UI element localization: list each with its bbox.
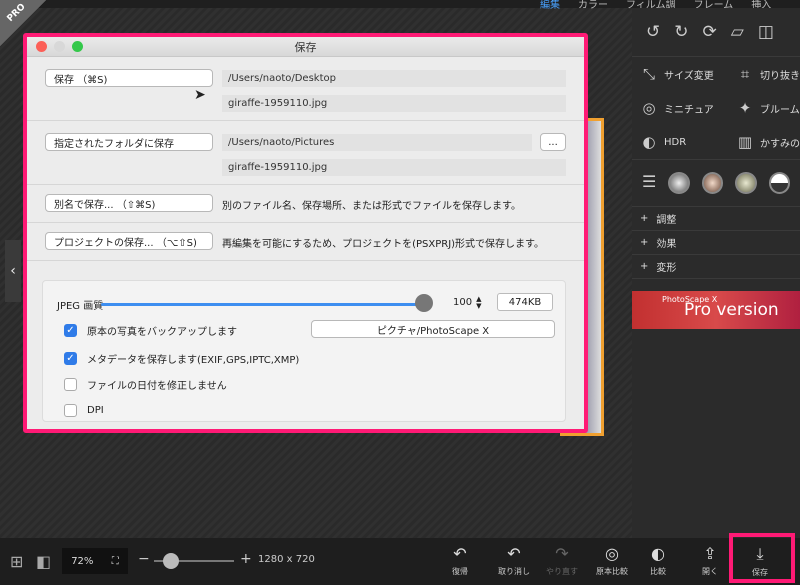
fit-screen-icon[interactable]: ⛶ xyxy=(112,556,119,567)
resize-icon: ⤡ xyxy=(642,65,655,83)
tool-crop[interactable]: ⌗ 切り抜き xyxy=(728,57,800,91)
backup-checkbox[interactable]: ✓ xyxy=(64,324,77,337)
metadata-checkbox[interactable]: ✓ xyxy=(64,352,77,365)
tool-hdr[interactable]: ◐ HDR xyxy=(632,125,728,159)
zoom-slider-knob[interactable] xyxy=(163,553,179,569)
share-icon: ⇪ xyxy=(703,544,717,563)
save-dialog: 保存 保存 （⌘S) /Users/naoto/Desktop giraffe-… xyxy=(23,33,588,433)
image-dimensions: 1280 x 720 xyxy=(258,554,315,565)
project-description: 再編集を可能にするため、プロジェクトを(PSXPRJ)形式で保存します。 xyxy=(222,239,545,250)
save-button[interactable]: 保存 （⌘S) xyxy=(45,69,213,87)
browse-folder-button[interactable]: ... xyxy=(540,133,566,151)
dpi-option[interactable]: DPI xyxy=(64,404,104,417)
save-path-field: /Users/naoto/Desktop xyxy=(222,70,566,87)
flip-icon[interactable]: ◫ xyxy=(758,22,774,42)
right-panel: ↺ ↻ ⟳ ▱ ◫ ⤡ サイズ変更 ⌗ 切り抜き ◎ ミニチュア ✦ ブルーム ◐ HDR… xyxy=(632,8,800,538)
jpeg-quality-label: JPEG 画質 xyxy=(57,301,104,312)
keep-date-checkbox[interactable] xyxy=(64,378,77,391)
tool-resize[interactable]: ⤡ サイズ変更 xyxy=(632,57,728,91)
save-button-highlight xyxy=(729,533,795,583)
preset-swatch[interactable] xyxy=(701,172,724,194)
save-row: 保存 （⌘S) /Users/naoto/Desktop giraffe-195… xyxy=(27,57,584,121)
redo-button[interactable]: ↷ やり直す xyxy=(546,544,578,577)
save-as-row: 別名で保存... （⇧⌘S) 別のファイル名、保存場所、または形式でファイルを保… xyxy=(27,185,584,223)
jpeg-quality-stepper[interactable]: 100 ▲ ▼ xyxy=(453,294,491,311)
menu-edit[interactable]: 編集 xyxy=(540,0,560,11)
jpeg-quality-slider[interactable] xyxy=(101,303,421,306)
section-effects[interactable]: + 効果 xyxy=(632,231,800,255)
crop-icon: ⌗ xyxy=(740,65,750,83)
split-view-icon[interactable]: ◧ xyxy=(36,552,51,571)
zoom-level: 72% xyxy=(71,555,94,567)
preset-swatch[interactable] xyxy=(668,172,690,194)
redo-icon: ↷ xyxy=(555,544,569,563)
open-button[interactable]: ⇪ 開く xyxy=(702,544,718,577)
collapse-left-button[interactable]: ‹ xyxy=(5,240,21,302)
rotate-free-icon[interactable]: ⟳ xyxy=(703,22,717,42)
folder-path-field: /Users/naoto/Pictures xyxy=(222,134,532,151)
preset-swatch[interactable] xyxy=(768,172,790,194)
haze-icon: ▥ xyxy=(737,133,753,151)
undo-button[interactable]: ↶ 取り消し xyxy=(498,544,530,577)
tool-miniature[interactable]: ◎ ミニチュア xyxy=(632,91,728,125)
top-menu-bar: 編集 カラー フィルム調 フレーム 挿入 xyxy=(0,0,800,11)
folder-row: 指定されたフォルダに保存 /Users/naoto/Pictures ... g… xyxy=(27,121,584,185)
tool-haze[interactable]: ▥ かすみの xyxy=(728,125,800,159)
dialog-title: 保存 xyxy=(294,40,317,54)
undo-icon: ↶ xyxy=(507,544,521,563)
tool-bloom[interactable]: ✦ ブルーム xyxy=(728,91,800,125)
menu-color[interactable]: カラー xyxy=(578,0,608,11)
bloom-icon: ✦ xyxy=(738,99,752,117)
chevron-left-icon: ‹ xyxy=(10,263,16,279)
revert-icon: ↶ xyxy=(453,544,467,563)
save-as-description: 別のファイル名、保存場所、または形式でファイルを保存します。 xyxy=(222,201,521,212)
save-as-button[interactable]: 別名で保存... （⇧⌘S) xyxy=(45,194,213,212)
miniature-icon: ◎ xyxy=(642,99,656,117)
straighten-icon[interactable]: ▱ xyxy=(731,22,744,42)
backup-folder-button[interactable]: ピクチャ/PhotoScape X xyxy=(311,320,555,338)
jpeg-quality-value: 100 xyxy=(453,297,473,308)
plus-icon: + xyxy=(640,261,649,272)
stepper-arrows-icon[interactable]: ▲ ▼ xyxy=(476,295,481,310)
save-filename-field: giraffe-1959110.jpg xyxy=(222,95,566,112)
zoom-box[interactable]: 72% ⛶ xyxy=(62,548,128,574)
list-icon[interactable]: ☰ xyxy=(642,172,656,194)
pro-version-banner[interactable]: PhotoScape X Pro version xyxy=(632,291,800,329)
revert-button[interactable]: ↶ 復帰 xyxy=(452,544,468,577)
file-size-display: 474KB xyxy=(497,293,553,311)
rotate-left-icon[interactable]: ↺ xyxy=(646,22,660,42)
compare-button[interactable]: ◐ 比較 xyxy=(650,544,666,577)
compare-original-button[interactable]: ◎ 原本比較 xyxy=(596,544,628,577)
mouse-cursor-icon: ➤ xyxy=(194,87,206,103)
jpeg-quality-slider-knob[interactable] xyxy=(415,294,433,312)
compare-original-icon: ◎ xyxy=(605,544,619,563)
plus-icon: + xyxy=(640,237,649,248)
save-options-panel: JPEG 画質 100 ▲ ▼ 474KB ✓ 原本の写真をバックアップします ピ… xyxy=(42,280,566,422)
zoom-out-icon[interactable]: − xyxy=(138,551,150,567)
backup-option[interactable]: ✓ 原本の写真をバックアップします xyxy=(64,323,237,338)
zoom-in-icon[interactable]: + xyxy=(240,551,252,567)
compare-icon: ◐ xyxy=(651,544,665,563)
hdr-icon: ◐ xyxy=(642,133,656,151)
plus-icon: + xyxy=(640,213,649,224)
section-transform[interactable]: + 変形 xyxy=(632,255,800,279)
grid-icon[interactable]: ⊞ xyxy=(10,552,23,571)
preset-swatches: ☰ xyxy=(632,159,800,207)
bottom-toolbar: ⊞ ◧ 72% ⛶ − + 1280 x 720 ↶ 復帰 ↶ 取り消し ↷ やり直す… xyxy=(0,538,800,585)
keep-date-option[interactable]: ファイルの日付を修正しません xyxy=(64,377,227,392)
folder-filename-field: giraffe-1959110.jpg xyxy=(222,159,566,176)
project-row: プロジェクトの保存... （⌥⇧S) 再編集を可能にするため、プロジェクトを(P… xyxy=(27,223,584,261)
rotate-right-icon[interactable]: ↻ xyxy=(674,22,688,42)
save-to-folder-button[interactable]: 指定されたフォルダに保存 xyxy=(45,133,213,151)
dialog-titlebar: 保存 xyxy=(27,37,584,57)
save-project-button[interactable]: プロジェクトの保存... （⌥⇧S) xyxy=(45,232,213,250)
dpi-checkbox[interactable] xyxy=(64,404,77,417)
metadata-option[interactable]: ✓ メタデータを保存します(EXIF,GPS,IPTC,XMP) xyxy=(64,351,299,366)
section-adjust[interactable]: + 調整 xyxy=(632,207,800,231)
preset-swatch[interactable] xyxy=(735,172,757,194)
